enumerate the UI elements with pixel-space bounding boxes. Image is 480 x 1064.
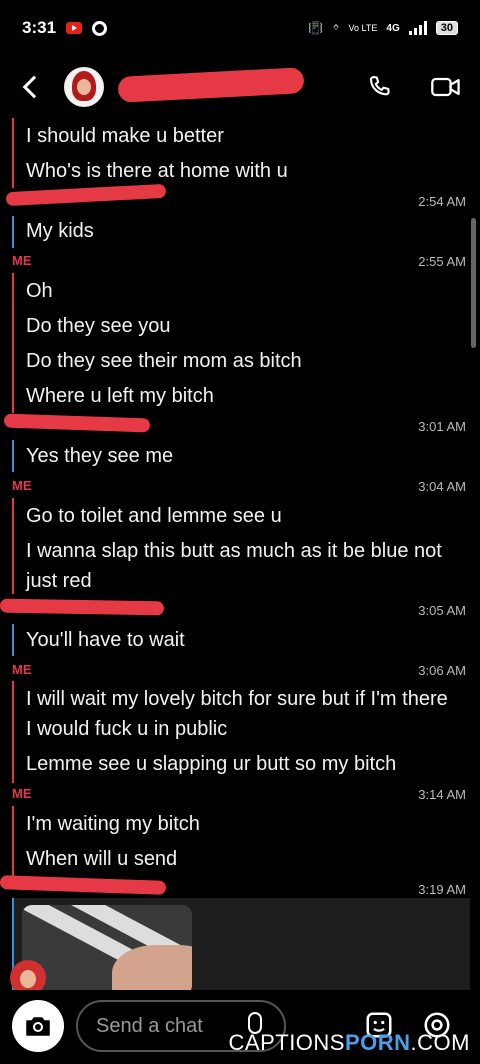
chat-composer: CAPTIONSPORN.COM (0, 990, 480, 1064)
sender-label-me: ME (12, 253, 32, 268)
scrollbar[interactable] (471, 218, 476, 348)
sender-label-me: ME (12, 786, 32, 801)
chat-message[interactable]: Oh (26, 276, 53, 306)
battery-indicator: 30 (435, 21, 458, 35)
redaction-mark (0, 598, 165, 616)
chat-message[interactable]: Where u left my bitch (26, 381, 214, 411)
timestamp: 3:14 AM (418, 787, 466, 802)
chevron-left-icon[interactable] (22, 75, 46, 99)
chat-message[interactable]: I will wait my lovely bitch for sure but… (26, 684, 456, 744)
app-notification-icon (92, 20, 108, 36)
chat-message[interactable]: You'll have to wait (26, 625, 185, 655)
chat-thread[interactable]: I should make u better Who's is there at… (0, 118, 480, 990)
timestamp: 3:05 AM (418, 603, 466, 618)
status-right-group: 📳 ᛜ Vo LTE 4G 30 (308, 21, 458, 35)
sender-bar-me (12, 273, 14, 413)
redaction-mark (0, 875, 167, 895)
watermark-prefix: CAPTIONS (228, 1030, 345, 1055)
timestamp: 2:55 AM (418, 254, 466, 269)
watermark-highlight: PORN (344, 1030, 411, 1055)
chat-message[interactable]: I'm waiting my bitch (26, 809, 200, 839)
youtube-notification-icon (66, 22, 83, 34)
chat-message[interactable]: I should make u better (26, 121, 224, 151)
chat-message[interactable]: Do they see you (26, 311, 171, 341)
status-time: 3:31 (22, 18, 57, 37)
vibrate-icon: 📳 (308, 21, 324, 35)
sender-bar-me (12, 681, 14, 783)
redaction-mark (5, 183, 167, 207)
chat-message[interactable]: Who's is there at home with u (26, 156, 288, 186)
watermark: CAPTIONSPORN.COM (229, 1030, 470, 1056)
timestamp: 3:01 AM (418, 419, 466, 434)
sender-label-me: ME (12, 478, 32, 493)
signal-icon (408, 21, 427, 35)
status-bar: 3:31 📳 ᛜ Vo LTE 4G 30 (0, 0, 480, 56)
sender-bar-me (12, 498, 14, 594)
sender-label-me: ME (12, 662, 32, 677)
chat-message[interactable]: Go to toilet and lemme see u (26, 501, 282, 531)
camera-icon[interactable] (12, 1000, 64, 1052)
timestamp: 3:06 AM (418, 663, 466, 678)
header-actions (366, 73, 462, 101)
media-thumbnail[interactable] (22, 905, 192, 990)
phone-icon[interactable] (366, 73, 394, 101)
chat-message[interactable]: When will u send (26, 844, 177, 874)
sender-bar-me (12, 806, 14, 876)
chat-message[interactable]: I wanna slap this butt as much as it be … (26, 536, 456, 596)
timestamp: 2:54 AM (418, 194, 466, 209)
chat-message[interactable]: Lemme see u slapping ur butt so my bitch (26, 749, 396, 779)
chat-message[interactable]: Yes they see me (26, 441, 173, 471)
timestamp: 3:19 AM (418, 882, 466, 897)
sender-bar-them (12, 624, 14, 656)
sender-bar-them (12, 216, 14, 248)
chat-message[interactable]: My kids (26, 216, 94, 246)
bluetooth-icon: ᛜ (332, 21, 340, 35)
watermark-suffix: .COM (410, 1030, 470, 1055)
redaction-mark (3, 413, 151, 433)
volte-indicator: Vo LTE (348, 23, 378, 33)
sender-bar-me (12, 118, 14, 188)
chat-message[interactable]: Do they see their mom as bitch (26, 346, 302, 376)
contact-avatar[interactable] (64, 67, 104, 107)
network-type: 4G (386, 22, 400, 34)
sender-bar-them (12, 440, 14, 472)
timestamp: 3:04 AM (418, 479, 466, 494)
video-camera-icon[interactable] (430, 73, 462, 101)
